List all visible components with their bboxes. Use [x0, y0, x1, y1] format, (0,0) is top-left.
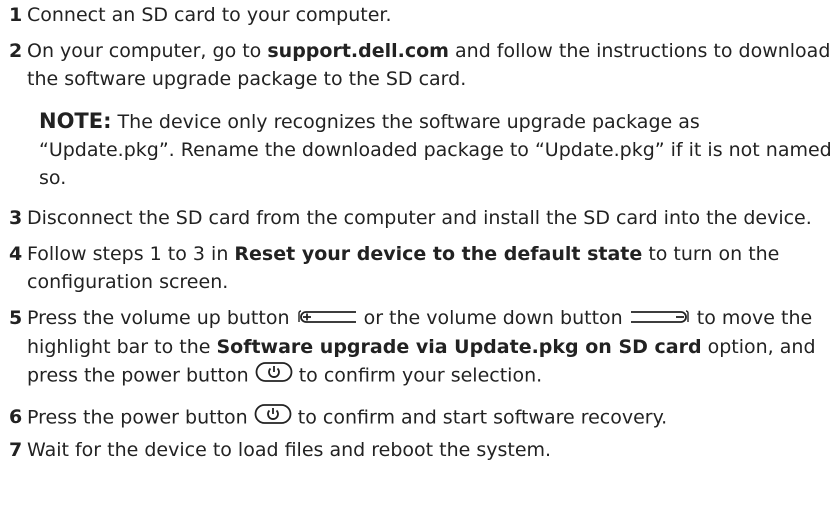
step-text: Follow steps 1 to 3 in — [27, 243, 235, 265]
step-text: On your computer, go to — [27, 40, 268, 62]
step-list: 1 Connect an SD card to your computer. 2… — [9, 0, 834, 464]
step-number: 4 — [9, 243, 23, 265]
step-text: to confirm and start software recovery. — [291, 406, 668, 428]
step-3: 3 Disconnect the SD card from the comput… — [9, 204, 834, 232]
step-text: Wait for the device to load files and re… — [27, 438, 552, 461]
step-text: Disconnect the SD card from the computer… — [27, 207, 812, 229]
step-number: 5 — [9, 307, 23, 329]
step-6: 6 Press the power button to confirm and … — [9, 403, 834, 433]
step-number: 3 — [9, 207, 23, 229]
step-7: 7 Wait for the device to load files and … — [9, 436, 834, 464]
step-number: 1 — [9, 4, 23, 26]
volume-down-button-icon — [629, 305, 691, 333]
power-button-icon — [255, 361, 293, 391]
note-label: NOTE: — [39, 109, 112, 133]
power-button-icon — [254, 403, 292, 433]
step-4: 4 Follow steps 1 to 3 in Reset your devi… — [9, 240, 834, 296]
step-5: 5 Press the volume up button or the volu… — [9, 304, 834, 391]
reset-section-reference: Reset your device to the default state — [234, 243, 643, 265]
step-text: Press the volume up button — [27, 307, 296, 329]
step-1: 1 Connect an SD card to your computer. — [9, 1, 834, 29]
step-text: to confirm your selection. — [292, 364, 543, 386]
volume-up-button-icon — [296, 305, 358, 333]
step-2: 2 On your computer, go to support.dell.c… — [9, 37, 834, 93]
step-number: 2 — [9, 40, 23, 62]
instructions-page: 1 Connect an SD card to your computer. 2… — [0, 0, 838, 506]
step-text: or the volume down button — [357, 307, 629, 329]
software-upgrade-option-name: Software upgrade via Update.pkg on SD ca… — [216, 335, 702, 358]
step-number: 6 — [9, 405, 23, 428]
note-text: The device only recognizes the software … — [39, 111, 832, 189]
support-link-text: support.dell.com — [267, 40, 449, 62]
step-number: 7 — [9, 438, 23, 461]
step-text: Press the power button — [27, 406, 254, 428]
note-block: NOTE: The device only recognizes the sof… — [39, 107, 834, 192]
step-text: Connect an SD card to your computer. — [27, 4, 392, 26]
